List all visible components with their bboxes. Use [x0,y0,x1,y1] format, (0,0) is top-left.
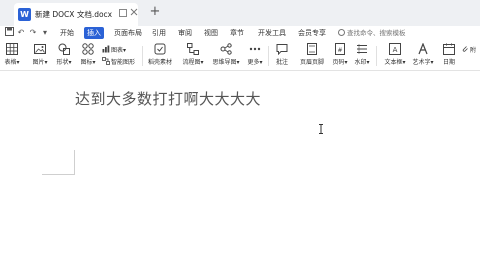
svg-text:A: A [393,46,398,54]
new-tab-button[interactable]: + [148,5,162,19]
close-tab-icon[interactable] [129,8,139,18]
tab-page-layout[interactable]: 页面布局 [114,27,142,39]
document-text[interactable]: 达到大多数打打啊大大大大 [75,88,261,109]
insert-ribbon: 表格▾ 图片▾ 形状▾ 图标▾ 图表▾ 智能图形 稻壳素材 流程图▾ 思维导图▾… [0,40,480,71]
page-margin-marker [74,150,75,174]
divider [376,46,377,66]
art-text-button[interactable]: 艺术字▾ [410,43,436,69]
chart-icon [102,45,110,53]
flowchart-button[interactable]: 流程图▾ [180,43,206,69]
chart-button[interactable]: 图表▾ [102,45,126,55]
title-bar: W 新建 DOCX 文档.docx + [0,0,480,26]
document-tab[interactable]: W 新建 DOCX 文档.docx [14,3,138,26]
table-icon [6,43,18,55]
tab-chapter[interactable]: 章节 [230,27,244,39]
divider [268,46,269,66]
smartart-button[interactable]: 智能图形 [102,57,135,67]
menu-bar: ↶ ↷ ▾ 开始 插入 页面布局 引用 审阅 视图 章节 开发工具 会员专享 查… [0,26,480,40]
wps-writer-icon: W [18,8,31,21]
redo-icon[interactable]: ↷ [28,27,38,39]
tab-home[interactable]: 开始 [60,27,74,39]
art-text-icon [418,43,428,55]
save-icon[interactable] [4,27,14,39]
attachment-icon [462,46,468,52]
document-tab-title: 新建 DOCX 文档.docx [35,10,113,19]
search-placeholder: 查找命令、搜索模板 [347,29,406,37]
tab-member[interactable]: 会员专享 [298,27,326,39]
comment-icon [276,44,288,55]
tab-review[interactable]: 审阅 [178,27,192,39]
more-icon [249,47,261,51]
more-button[interactable]: 更多▾ [244,43,266,69]
textbox-button[interactable]: A 文本框▾ [382,43,408,69]
material-button[interactable]: 稻壳素材 [146,43,174,69]
search-icon [338,29,345,36]
date-icon [443,43,455,55]
textbox-icon: A [389,43,401,55]
icons-button[interactable]: 图标▾ [78,43,98,69]
picture-icon [34,44,46,54]
picture-button[interactable]: 图片▾ [30,43,50,69]
shape-button[interactable]: 形状▾ [54,43,74,69]
comment-button[interactable]: 批注 [272,43,292,69]
svg-text:#: # [337,47,342,54]
shape-icon [58,43,70,55]
page-margin-marker [42,174,75,175]
tab-references[interactable]: 引用 [152,27,166,39]
flowchart-icon [187,43,199,55]
watermark-button[interactable]: 水印▾ [352,43,372,69]
mindmap-icon [220,43,232,55]
tab-view[interactable]: 视图 [204,27,218,39]
date-button[interactable]: 日期 [440,43,458,69]
undo-icon[interactable]: ↶ [16,27,26,39]
icons-icon [82,43,94,55]
tab-insert[interactable]: 插入 [84,27,104,39]
unsaved-dot-icon [118,8,128,18]
header-footer-icon [307,43,317,55]
attachment-button[interactable]: 附 [461,45,476,55]
mindmap-button[interactable]: 思维导图▾ [210,43,242,69]
material-icon [154,43,166,55]
smartart-icon [102,57,110,65]
table-button[interactable]: 表格▾ [2,43,22,69]
divider [142,46,143,66]
search-box[interactable]: 查找命令、搜索模板 [338,27,412,39]
dropdown-icon[interactable]: ▾ [40,27,50,39]
watermark-icon [357,44,367,54]
tab-developer[interactable]: 开发工具 [258,27,286,39]
page-number-button[interactable]: # 页码▾ [330,43,350,69]
header-footer-button[interactable]: 页眉页脚 [298,43,326,69]
page-number-icon: # [335,43,345,55]
text-cursor-icon [319,124,323,134]
